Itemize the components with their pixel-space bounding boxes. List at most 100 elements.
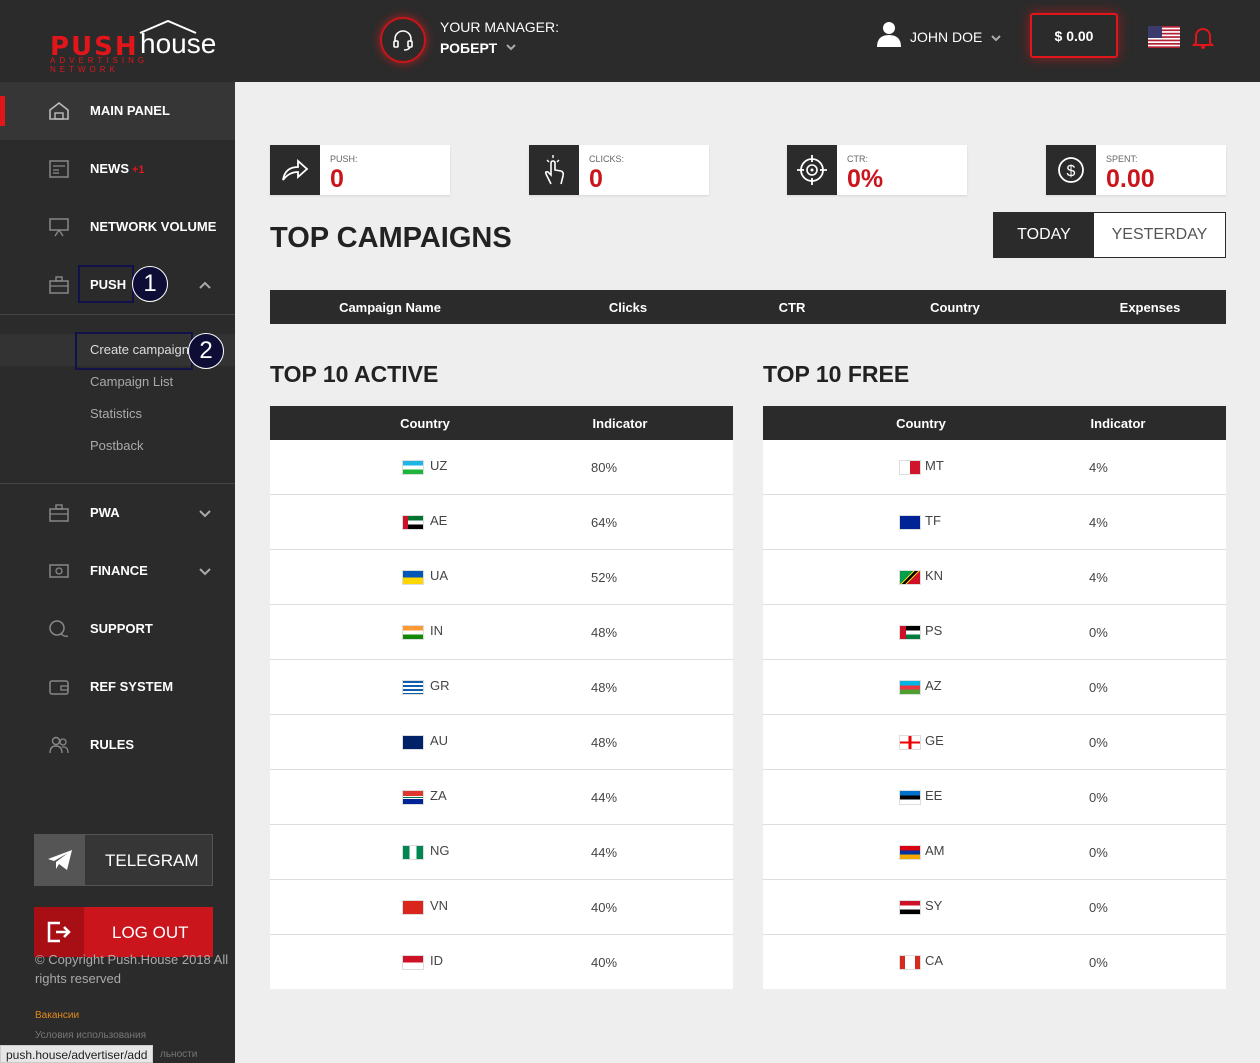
column-header: Country xyxy=(896,416,946,431)
telegram-button[interactable]: TELEGRAM xyxy=(34,834,213,886)
indicator-value: 0% xyxy=(1089,625,1108,640)
date-toggle: TODAY YESTERDAY xyxy=(993,212,1226,258)
sidebar-item-news[interactable]: NEWS +1 xyxy=(0,140,235,198)
country-code: CA xyxy=(925,953,944,968)
column-header[interactable]: Clicks xyxy=(609,300,647,315)
sy-flag-icon xyxy=(899,900,921,915)
sidebar-item-ref-system[interactable]: REF SYSTEM xyxy=(0,658,235,716)
table-row: ID 40% xyxy=(270,935,733,990)
indicator-value: 0% xyxy=(1089,790,1108,805)
table-row: KN 4% xyxy=(763,550,1226,605)
submenu-postback[interactable]: Postback xyxy=(0,430,235,462)
wallet-icon xyxy=(49,680,69,695)
news-badge: +1 xyxy=(132,164,145,176)
manager-name[interactable]: РОБЕРТ xyxy=(440,40,497,56)
terms-link[interactable]: Условия использования xyxy=(35,1030,146,1041)
copyright-text: © Copyright Push.House 2018 All rights r… xyxy=(35,952,229,986)
user-name[interactable]: JOHN DOE xyxy=(910,29,982,45)
chevron-up-icon[interactable] xyxy=(198,280,212,290)
top-campaigns-title: TOP CAMPAIGNS xyxy=(270,222,512,254)
ps-flag-icon xyxy=(899,625,921,640)
column-header: Indicator xyxy=(592,416,648,431)
vacancies-link[interactable]: Вакансии xyxy=(35,1010,79,1021)
country-code: UA xyxy=(430,568,449,583)
chevron-down-icon[interactable] xyxy=(198,566,212,576)
sidebar-item-support[interactable]: SUPPORT xyxy=(0,600,235,658)
sidebar-item-label: NEWS xyxy=(90,161,129,176)
table-row: UA 52% xyxy=(270,550,733,605)
indicator-value: 0% xyxy=(1089,845,1108,860)
sidebar-item-label: REF SYSTEM xyxy=(90,679,174,694)
tab-today[interactable]: TODAY xyxy=(994,213,1094,257)
gr-flag-icon xyxy=(402,680,424,695)
chevron-down-icon[interactable] xyxy=(990,33,1002,43)
country-code: TF xyxy=(925,513,941,528)
telegram-label: TELEGRAM xyxy=(105,851,199,870)
sidebar-item-main-panel[interactable]: MAIN PANEL xyxy=(0,82,235,140)
crosshair-icon xyxy=(787,145,837,195)
stat-label: PUSH: xyxy=(330,154,358,164)
logo-subtitle: ADVERTISING NETWORK xyxy=(50,56,149,74)
indicator-value: 40% xyxy=(591,955,618,970)
tab-yesterday[interactable]: YESTERDAY xyxy=(1094,213,1225,257)
sidebar-item-label: RULES xyxy=(90,737,135,752)
manager-label: YOUR MANAGER: xyxy=(440,19,560,35)
indicator-value: 4% xyxy=(1089,515,1108,530)
ua-flag-icon xyxy=(402,570,424,585)
sidebar-item-network-volume[interactable]: NETWORK VOLUME xyxy=(0,198,235,256)
indicator-value: 44% xyxy=(591,845,618,860)
az-flag-icon xyxy=(899,680,921,695)
stat-label: CTR: xyxy=(847,154,868,164)
stat-label: SPENT: xyxy=(1106,154,1138,164)
indicator-value: 0% xyxy=(1089,680,1108,695)
table-header: Country Indicator xyxy=(763,406,1226,440)
briefcase-icon xyxy=(49,504,69,522)
indicator-value: 80% xyxy=(591,460,618,475)
za-flag-icon xyxy=(402,790,424,805)
table-row: ZA 44% xyxy=(270,770,733,825)
country-code: NG xyxy=(430,843,450,858)
country-code: GE xyxy=(925,733,944,748)
column-header[interactable]: Country xyxy=(930,300,980,315)
headset-icon[interactable] xyxy=(380,17,426,63)
table-header: Country Indicator xyxy=(270,406,733,440)
submenu-campaign-list[interactable]: Campaign List xyxy=(0,366,235,398)
balance-button[interactable]: $ 0.00 xyxy=(1030,13,1118,58)
au-flag-icon xyxy=(402,735,424,750)
table-row: CA 0% xyxy=(763,935,1226,990)
stat-value: 0.00 xyxy=(1106,165,1155,193)
chevron-down-icon[interactable] xyxy=(505,42,517,52)
bell-icon[interactable] xyxy=(1192,26,1214,50)
ee-flag-icon xyxy=(899,790,921,805)
stat-value: 0 xyxy=(589,165,603,193)
stat-card-push: PUSH: 0 xyxy=(270,145,450,195)
country-code: ID xyxy=(430,953,443,968)
annotation-marker-1: 1 xyxy=(132,266,168,302)
column-header[interactable]: CTR xyxy=(779,300,806,315)
tf-flag-icon xyxy=(899,515,921,530)
table-row: GR 48% xyxy=(270,660,733,715)
table-row: SY 0% xyxy=(763,880,1226,935)
us-flag-icon[interactable] xyxy=(1148,26,1180,48)
presentation-icon xyxy=(49,218,69,237)
sidebar-item-pwa[interactable]: PWA xyxy=(0,484,235,542)
sidebar-item-label: PWA xyxy=(90,505,120,520)
top-active-title: TOP 10 ACTIVE xyxy=(270,361,439,387)
in-flag-icon xyxy=(402,625,424,640)
privacy-link[interactable]: льности xyxy=(160,1049,197,1060)
top-free-table: Country Indicator MT 4% TF 4% KN 4% PS 0% AZ 0% GE… xyxy=(763,406,1226,989)
country-code: AZ xyxy=(925,678,942,693)
chevron-down-icon[interactable] xyxy=(198,508,212,518)
column-header[interactable]: Expenses xyxy=(1120,300,1181,315)
column-header[interactable]: Campaign Name xyxy=(339,300,441,315)
news-icon xyxy=(49,160,69,178)
logo[interactable]: PUSH house ADVERTISING NETWORK xyxy=(50,18,220,74)
table-row: VN 40% xyxy=(270,880,733,935)
submenu-statistics[interactable]: Statistics xyxy=(0,398,235,430)
share-arrow-icon xyxy=(270,145,320,195)
table-row: AM 0% xyxy=(763,825,1226,880)
sidebar-item-rules[interactable]: RULES xyxy=(0,716,235,774)
sidebar-item-finance[interactable]: FINANCE xyxy=(0,542,235,600)
indicator-value: 40% xyxy=(591,900,618,915)
stat-value: 0 xyxy=(330,165,344,193)
